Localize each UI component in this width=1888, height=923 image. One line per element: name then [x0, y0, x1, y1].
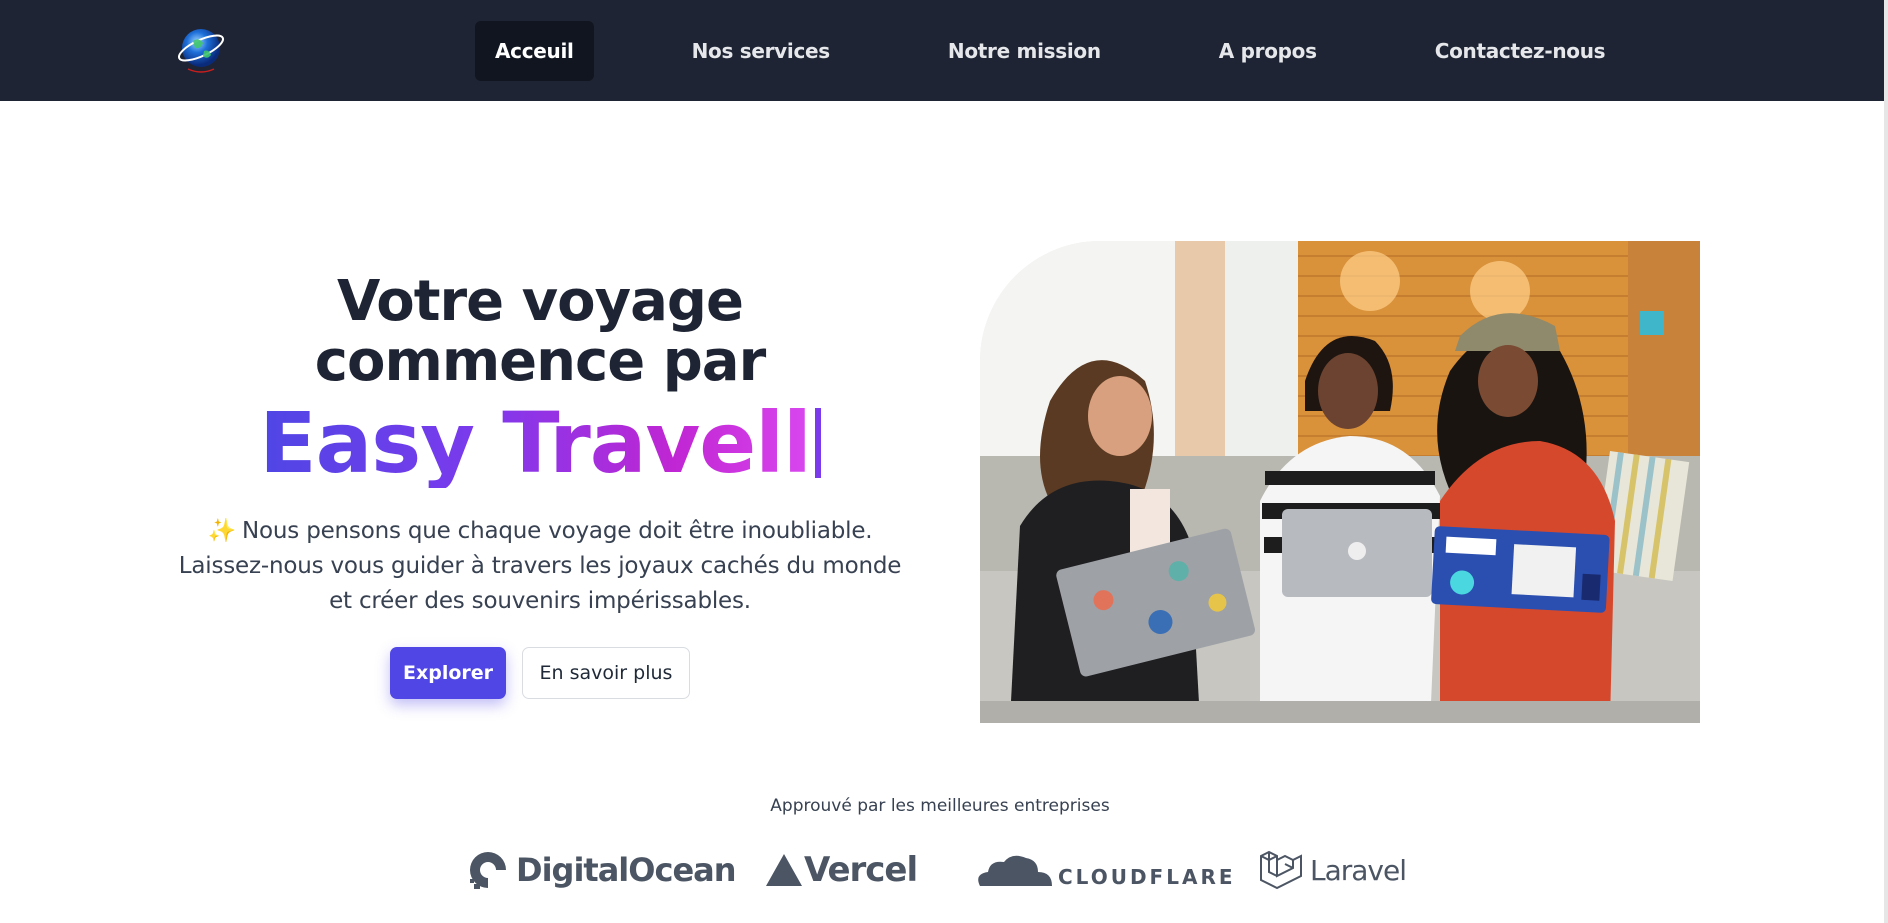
- digitalocean-icon: [470, 852, 506, 889]
- main-nav: Acceuil Nos services Notre mission A pro…: [475, 21, 1625, 81]
- trusted-label: Approuvé par les meilleures entreprises: [770, 796, 1110, 816]
- digitalocean-name: DigitalOcean: [516, 851, 737, 889]
- vercel-triangle-icon: [766, 854, 802, 886]
- nav-item-acceuil[interactable]: Acceuil: [475, 21, 594, 81]
- hero-section: Votre voyage commence par Easy Travell ✨…: [170, 272, 910, 699]
- cloudflare-cloud-icon: [978, 855, 1052, 886]
- brand-line: Easy Travell: [170, 398, 910, 488]
- nav-item-nos-services[interactable]: Nos services: [672, 21, 850, 81]
- nav-item-a-propos[interactable]: A propos: [1199, 21, 1337, 81]
- vercel-name: Vercel: [804, 850, 918, 890]
- hero-title-line2: commence par: [314, 329, 766, 394]
- hero-desc-line3: et créer des souvenirs impérissables.: [329, 588, 751, 614]
- typing-caret: [814, 408, 821, 478]
- brand-name: Easy Travell: [259, 394, 812, 492]
- laravel-logo: Laravel: [1258, 845, 1407, 895]
- hero-title: Votre voyage commence par: [170, 272, 910, 392]
- nav-item-notre-mission[interactable]: Notre mission: [928, 21, 1121, 81]
- laravel-icon: [1260, 850, 1302, 890]
- hero-desc-line2: Laissez-nous vous guider à travers les j…: [178, 553, 902, 579]
- sparkles-icon: ✨: [207, 518, 237, 544]
- globe-logo-icon[interactable]: [174, 23, 228, 77]
- learn-more-button[interactable]: En savoir plus: [522, 647, 690, 699]
- hero-photo: [980, 241, 1700, 723]
- digitalocean-logo: DigitalOcean: [466, 845, 737, 895]
- scrollbar[interactable]: [1884, 0, 1888, 923]
- nav-item-contactez-nous[interactable]: Contactez-nous: [1415, 21, 1626, 81]
- hero-desc-line1: Nous pensons que chaque voyage doit être…: [242, 518, 873, 544]
- cloudflare-logo: CLOUDFLARE: [974, 845, 1236, 895]
- navbar: Acceuil Nos services Notre mission A pro…: [0, 0, 1888, 101]
- laravel-name: Laravel: [1310, 853, 1407, 887]
- hero-title-line1: Votre voyage: [337, 269, 744, 334]
- explorer-button[interactable]: Explorer: [390, 647, 506, 699]
- cloudflare-name: CLOUDFLARE: [1058, 865, 1236, 889]
- company-logos: DigitalOcean Vercel CLOUDFLARE Laravel: [466, 845, 1426, 895]
- hero-buttons: Explorer En savoir plus: [170, 647, 910, 699]
- hero-description: ✨ Nous pensons que chaque voyage doit êtr…: [170, 514, 910, 619]
- vercel-logo: Vercel: [764, 845, 918, 895]
